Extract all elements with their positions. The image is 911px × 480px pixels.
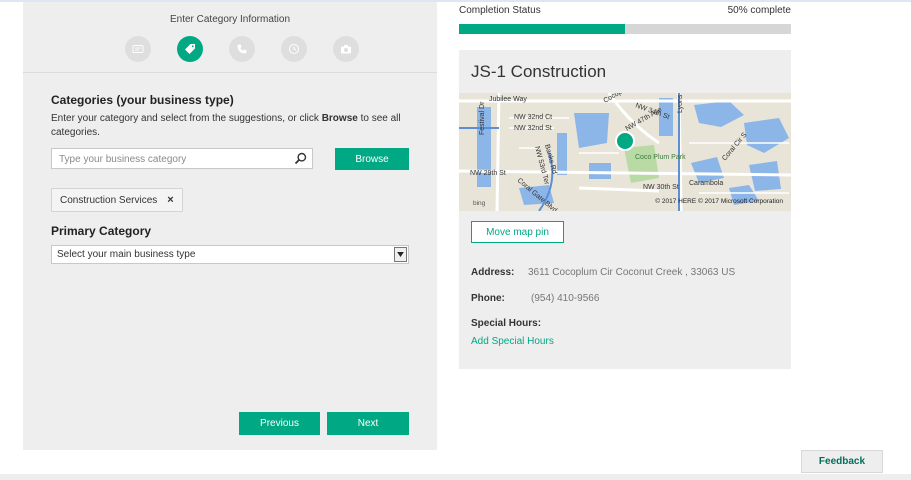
map-street-label: Festival Dr [479, 101, 486, 135]
business-name: JS-1 Construction [471, 62, 607, 81]
browse-button[interactable]: Browse [335, 148, 409, 170]
business-card-icon [132, 45, 144, 53]
tag-label: Construction Services [60, 194, 158, 206]
step-contact[interactable] [229, 36, 255, 62]
categories-help-text: Enter your category and select from the … [51, 112, 411, 140]
add-special-hours-link[interactable]: Add Special Hours [471, 336, 554, 347]
category-search-input[interactable] [59, 152, 279, 166]
completion-status-label: Completion Status [459, 5, 541, 16]
map-street-label: NW 32nd Ct [514, 114, 552, 121]
step-category[interactable] [177, 36, 203, 62]
address-label: Address: [471, 267, 515, 278]
phone-value: (954) 410-9566 [531, 293, 600, 304]
search-icon[interactable] [294, 152, 307, 165]
wizard-divider [23, 72, 437, 73]
map-street-label: Jubilee Way [489, 96, 527, 103]
primary-category-heading: Primary Category [51, 224, 152, 238]
wizard-steps [125, 36, 359, 62]
feedback-button[interactable]: Feedback [801, 450, 883, 473]
phone-label: Phone: [471, 293, 505, 304]
clock-icon [289, 44, 299, 54]
wizard-step-title: Enter Category Information [169, 14, 291, 25]
page-footer [0, 474, 911, 480]
select-value: Select your main business type [57, 249, 196, 260]
completion-progress-bar [459, 24, 791, 34]
special-hours-label: Special Hours: [471, 318, 542, 329]
previous-button[interactable]: Previous [239, 412, 320, 435]
map-park-label: Coco Plum Park [635, 154, 686, 161]
business-preview-card: JS-1 Construction Jubilee Way NW 34th St… [459, 50, 791, 369]
bing-logo: bing [473, 200, 486, 207]
progress-fill [459, 24, 625, 34]
category-wizard-panel: Enter Category Information Categories (y… [23, 2, 437, 450]
map-street-label: NW 30th St [643, 184, 679, 191]
remove-tag-icon[interactable]: × [167, 194, 173, 206]
map-street-label: Lyons [677, 94, 684, 113]
map-copyright: © 2017 HERE © 2017 Microsoft Corporation [655, 197, 783, 205]
move-map-pin-button[interactable]: Move map pin [471, 221, 564, 243]
dropdown-arrow-icon[interactable] [394, 247, 407, 262]
categories-heading: Categories (your business type) [51, 93, 234, 107]
tag-icon [185, 44, 195, 54]
map-street-label: Carambola [689, 180, 723, 187]
address-value: 3611 Cocoplum Cir Coconut Creek , 33063 … [528, 267, 736, 278]
primary-category-select[interactable]: Select your main business type [51, 245, 409, 264]
category-search-box[interactable] [51, 148, 313, 169]
map-street-label: NW 29th St [470, 170, 506, 177]
step-photos[interactable] [333, 36, 359, 62]
step-business-info[interactable] [125, 36, 151, 62]
camera-icon [341, 45, 351, 54]
completion-percent: 50% complete [727, 5, 791, 16]
help-text-browse: Browse [321, 113, 358, 124]
next-button[interactable]: Next [327, 412, 409, 435]
help-text: Enter your category and select from the … [51, 113, 322, 124]
step-hours[interactable] [281, 36, 307, 62]
location-map[interactable]: Jubilee Way Cocoplum NW 34th St NW 32nd … [459, 93, 791, 211]
map-street-label: NW 32nd St [514, 125, 552, 132]
phone-icon [237, 44, 247, 54]
selected-category-tag: Construction Services × [51, 188, 183, 212]
